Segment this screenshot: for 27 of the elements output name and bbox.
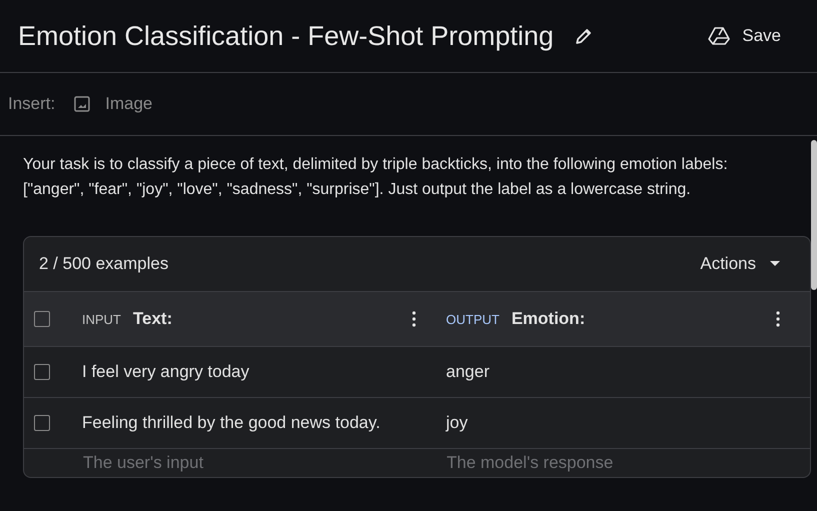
insert-label: Insert: [8,94,56,114]
examples-count: 2 / 500 examples [39,254,168,274]
column-tag: INPUT [82,312,121,326]
column-header: Text: [133,309,172,329]
image-icon [73,95,92,113]
column-tag: OUTPUT [446,312,500,326]
table-cell: anger [446,362,490,381]
save-button[interactable]: Save [704,22,785,50]
checkbox[interactable] [34,415,50,431]
insert-image-button[interactable]: Image [73,94,152,114]
prompt-text[interactable]: Your task is to classify a piece of text, delimited by triple backticks, into the following emotion labels: ["anger", "fear", "joy", "love", "sadness", "surprise"]. Just output the label as a lowercase string. [23,152,777,202]
input-field[interactable]: The model's response [446,453,686,473]
triangle-icon [708,26,730,46]
scrollbar[interactable] [811,140,817,290]
table-cell: Feeling thrilled by the good news today. [82,413,380,432]
column-header: Emotion: [511,309,586,329]
input-field[interactable]: The user's input [83,453,323,473]
table-cell: joy [446,413,468,432]
actions-dropdown[interactable]: Actions [694,253,786,275]
pencil-icon[interactable] [574,26,594,46]
caret-icon [770,261,780,267]
more-icon[interactable] [412,311,416,327]
checkbox[interactable] [34,311,50,327]
more-icon[interactable] [776,311,780,327]
page-title: Emotion Classification - Few-Shot Prompting [18,20,554,52]
checkbox[interactable] [34,364,50,380]
table-cell: I feel very angry today [82,362,250,381]
